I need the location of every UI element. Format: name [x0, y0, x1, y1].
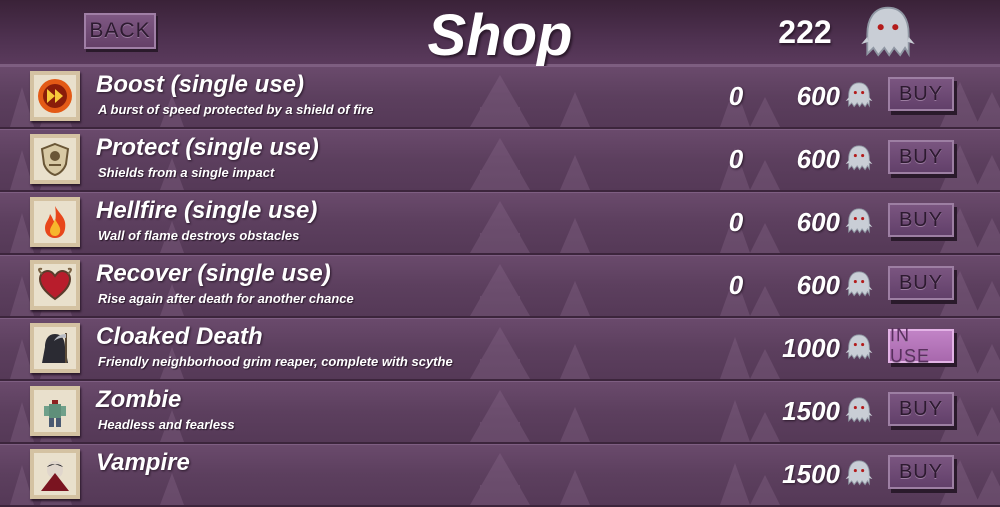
shield-icon	[30, 134, 80, 184]
shop-item-boost: Boost (single use) A burst of speed prot…	[0, 66, 1000, 129]
currency-balance: 222	[778, 14, 832, 50]
item-description: Friendly neighborhood grim reaper, compl…	[98, 354, 453, 369]
item-price: 600	[796, 81, 840, 111]
item-description: Headless and fearless	[98, 417, 235, 432]
owned-count: 0	[728, 207, 744, 237]
item-price: 1000	[782, 333, 840, 363]
ghost-currency-icon	[845, 271, 873, 297]
buy-button[interactable]: BUY	[888, 140, 954, 174]
page-title: Shop	[427, 3, 573, 68]
item-description: Wall of flame destroys obstacles	[98, 228, 300, 243]
owned-count: 0	[728, 270, 744, 300]
boost-icon	[30, 71, 80, 121]
zombie-icon	[30, 386, 80, 436]
item-name: Cloaked Death	[96, 323, 263, 350]
item-price: 600	[796, 207, 840, 237]
ghost-currency-icon	[845, 82, 873, 108]
buy-button[interactable]: BUY	[888, 203, 954, 237]
owned-count: 0	[728, 144, 744, 174]
buy-button[interactable]: BUY	[888, 455, 954, 489]
item-name: Vampire	[96, 449, 190, 476]
shop-item-vampire: Vampire 1500 BUY	[0, 444, 1000, 507]
item-description: A burst of speed protected by a shield o…	[98, 102, 374, 117]
shop-item-cloaked-death: Cloaked Death Friendly neighborhood grim…	[0, 318, 1000, 381]
shop-item-protect: Protect (single use) Shields from a sing…	[0, 129, 1000, 192]
vampire-icon	[30, 449, 80, 499]
item-name: Protect (single use)	[96, 134, 319, 161]
shop-item-recover: Recover (single use) Rise again after de…	[0, 255, 1000, 318]
ghost-currency-icon	[845, 208, 873, 234]
item-name: Recover (single use)	[96, 260, 331, 287]
item-description: Shields from a single impact	[98, 165, 275, 180]
item-price: 600	[796, 144, 840, 174]
ghost-currency-icon	[845, 145, 873, 171]
shop-item-list: Boost (single use) A burst of speed prot…	[0, 66, 1000, 507]
buy-button[interactable]: BUY	[888, 266, 954, 300]
buy-button[interactable]: BUY	[888, 77, 954, 111]
owned-count: 0	[728, 81, 744, 111]
fire-icon	[30, 197, 80, 247]
back-button[interactable]: BACK	[84, 13, 156, 49]
buy-button[interactable]: BUY	[888, 392, 954, 426]
shop-header: BACK Shop 222	[0, 0, 1000, 68]
heart-icon	[30, 260, 80, 310]
in-use-button[interactable]: IN USE	[888, 325, 954, 366]
shop-item-zombie: Zombie Headless and fearless 1500 BUY	[0, 381, 1000, 444]
item-price: 600	[796, 270, 840, 300]
ghost-currency-icon	[845, 460, 873, 486]
item-price: 1500	[782, 459, 840, 489]
item-name: Hellfire (single use)	[96, 197, 318, 224]
item-name: Zombie	[96, 386, 182, 413]
ghost-currency-icon	[845, 397, 873, 423]
item-name: Boost (single use)	[96, 71, 305, 98]
item-price: 1500	[782, 396, 840, 426]
ghost-currency-icon	[860, 6, 916, 57]
ghost-currency-icon	[845, 334, 873, 360]
shop-item-hellfire: Hellfire (single use) Wall of flame dest…	[0, 192, 1000, 255]
item-description: Rise again after death for another chanc…	[98, 291, 354, 306]
reaper-icon	[30, 323, 80, 373]
